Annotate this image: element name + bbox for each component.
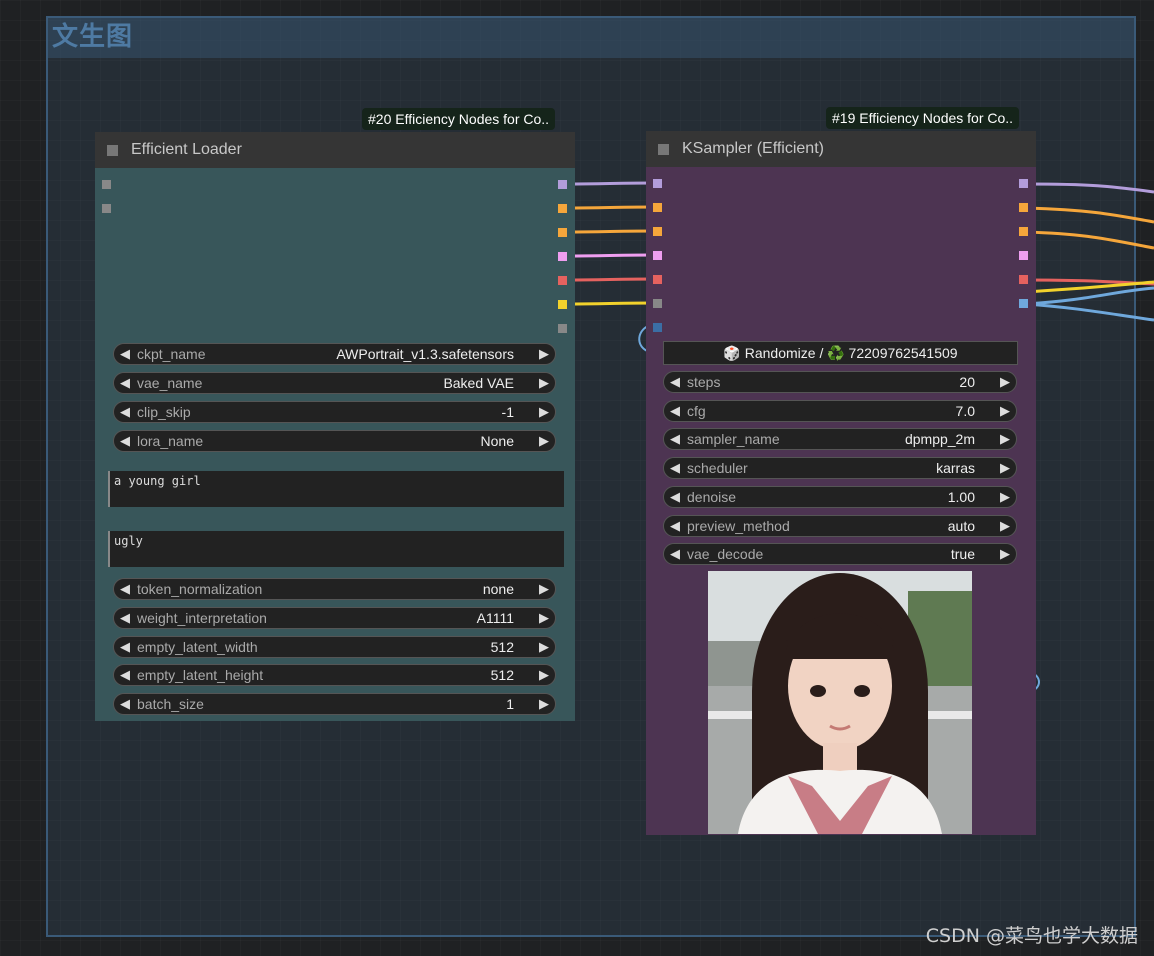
decrement-arrow-icon[interactable]: ◀ xyxy=(120,431,130,451)
portrait-image xyxy=(708,571,972,834)
link-positive xyxy=(565,205,657,210)
decrement-arrow-icon[interactable]: ◀ xyxy=(120,344,130,364)
link-out-pos xyxy=(1025,206,1154,224)
increment-arrow-icon[interactable]: ▶ xyxy=(1000,401,1010,421)
loader-title-bar[interactable]: Efficient Loader xyxy=(95,132,575,168)
increment-arrow-icon[interactable]: ▶ xyxy=(1000,544,1010,564)
increment-arrow-icon[interactable]: ▶ xyxy=(1000,372,1010,392)
negative-prompt-textarea[interactable]: ugly xyxy=(108,531,564,567)
widget-empty-latent-width[interactable]: ◀ empty_latent_width 512 ▶ xyxy=(113,636,556,658)
output-slot-vae[interactable] xyxy=(1019,275,1028,284)
output-slot-dependencies[interactable] xyxy=(558,324,567,333)
increment-arrow-icon[interactable]: ▶ xyxy=(539,402,549,422)
widget-cfg[interactable]: ◀ cfg 7.0 ▶ xyxy=(663,400,1017,422)
increment-arrow-icon[interactable]: ▶ xyxy=(539,637,549,657)
sampler-title-bar[interactable]: KSampler (Efficient) xyxy=(646,131,1036,167)
increment-arrow-icon[interactable]: ▶ xyxy=(539,665,549,685)
decrement-arrow-icon[interactable]: ◀ xyxy=(120,373,130,393)
output-slot-model[interactable] xyxy=(558,180,567,189)
increment-arrow-icon[interactable]: ▶ xyxy=(539,373,549,393)
output-slot-vae[interactable] xyxy=(558,276,567,285)
widget-sampler-name[interactable]: ◀ sampler_name dpmpp_2m ▶ xyxy=(663,428,1017,450)
output-slot-latent[interactable] xyxy=(558,252,567,261)
decrement-arrow-icon[interactable]: ◀ xyxy=(670,516,680,536)
decrement-arrow-icon[interactable]: ◀ xyxy=(120,579,130,599)
link-vae xyxy=(565,277,657,282)
collapse-icon[interactable] xyxy=(107,145,118,156)
output-slot-positive[interactable] xyxy=(1019,203,1028,212)
widget-weight-interpretation[interactable]: ◀ weight_interpretation A1111 ▶ xyxy=(113,607,556,629)
increment-arrow-icon[interactable]: ▶ xyxy=(1000,516,1010,536)
decrement-arrow-icon[interactable]: ◀ xyxy=(120,402,130,422)
decrement-arrow-icon[interactable]: ◀ xyxy=(670,429,680,449)
increment-arrow-icon[interactable]: ▶ xyxy=(1000,429,1010,449)
sampler-title: KSampler (Efficient) xyxy=(682,140,824,157)
increment-arrow-icon[interactable]: ▶ xyxy=(539,694,549,714)
link-out-image-2 xyxy=(1025,302,1154,322)
output-slot-latent[interactable] xyxy=(1019,251,1028,260)
input-slot-model[interactable] xyxy=(653,179,662,188)
decrement-arrow-icon[interactable]: ◀ xyxy=(120,665,130,685)
increment-arrow-icon[interactable]: ▶ xyxy=(539,608,549,628)
decrement-arrow-icon[interactable]: ◀ xyxy=(670,487,680,507)
link-negative xyxy=(565,229,657,234)
efficient-loader-node[interactable]: Efficient Loader xyxy=(95,132,575,721)
output-slot-clip[interactable] xyxy=(558,300,567,309)
decrement-arrow-icon[interactable]: ◀ xyxy=(670,401,680,421)
widget-steps[interactable]: ◀ steps 20 ▶ xyxy=(663,371,1017,393)
link-model xyxy=(565,181,657,186)
decrement-arrow-icon[interactable]: ◀ xyxy=(120,694,130,714)
increment-arrow-icon[interactable]: ▶ xyxy=(539,344,549,364)
input-slot-script[interactable] xyxy=(653,299,662,308)
link-out-model xyxy=(1025,182,1154,194)
collapse-icon[interactable] xyxy=(658,144,669,155)
widget-ckpt-name[interactable]: ◀ ckpt_name AWPortrait_v1.3.safetensors … xyxy=(113,343,556,365)
widget-scheduler[interactable]: ◀ scheduler karras ▶ xyxy=(663,457,1017,479)
link-clip xyxy=(565,301,657,306)
watermark-text: CSDN @菜鸟也学大数据 xyxy=(925,925,1138,947)
link-out-neg xyxy=(1025,230,1154,250)
increment-arrow-icon[interactable]: ▶ xyxy=(1000,458,1010,478)
input-slot-vae[interactable] xyxy=(653,275,662,284)
widget-denoise[interactable]: ◀ denoise 1.00 ▶ xyxy=(663,486,1017,508)
widget-preview-method[interactable]: ◀ preview_method auto ▶ xyxy=(663,515,1017,537)
decrement-arrow-icon[interactable]: ◀ xyxy=(670,372,680,392)
increment-arrow-icon[interactable]: ▶ xyxy=(539,579,549,599)
link-latent xyxy=(565,253,657,258)
sampler-badge: #19 Efficiency Nodes for Co.. xyxy=(826,107,1020,129)
output-slot-negative[interactable] xyxy=(1019,227,1028,236)
randomize-seed-button[interactable]: 🎲 Randomize / ♻️ 72209762541509 xyxy=(663,341,1018,365)
input-slot-seed[interactable] xyxy=(653,323,662,332)
widget-empty-latent-height[interactable]: ◀ empty_latent_height 512 ▶ xyxy=(113,664,556,686)
loader-title: Efficient Loader xyxy=(131,141,242,158)
loader-badge: #20 Efficiency Nodes for Co.. xyxy=(362,108,556,130)
decrement-arrow-icon[interactable]: ◀ xyxy=(120,608,130,628)
input-slot-lora-stack[interactable] xyxy=(102,180,111,189)
increment-arrow-icon[interactable]: ▶ xyxy=(1000,487,1010,507)
input-slot-positive[interactable] xyxy=(653,203,662,212)
input-slot-negative[interactable] xyxy=(653,227,662,236)
widget-vae-name[interactable]: ◀ vae_name Baked VAE ▶ xyxy=(113,372,556,394)
generated-image-preview[interactable] xyxy=(708,571,972,834)
decrement-arrow-icon[interactable]: ◀ xyxy=(670,544,680,564)
input-slot-latent[interactable] xyxy=(653,251,662,260)
widget-batch-size[interactable]: ◀ batch_size 1 ▶ xyxy=(113,693,556,715)
widget-token-normalization[interactable]: ◀ token_normalization none ▶ xyxy=(113,578,556,600)
input-slot-cnet-stack[interactable] xyxy=(102,204,111,213)
decrement-arrow-icon[interactable]: ◀ xyxy=(670,458,680,478)
output-slot-negative[interactable] xyxy=(558,228,567,237)
output-slot-model[interactable] xyxy=(1019,179,1028,188)
increment-arrow-icon[interactable]: ▶ xyxy=(539,431,549,451)
decrement-arrow-icon[interactable]: ◀ xyxy=(120,637,130,657)
output-slot-positive[interactable] xyxy=(558,204,567,213)
output-slot-image[interactable] xyxy=(1019,299,1028,308)
widget-clip-skip[interactable]: ◀ clip_skip -1 ▶ xyxy=(113,401,556,423)
widget-vae-decode[interactable]: ◀ vae_decode true ▶ xyxy=(663,543,1017,565)
widget-lora-name[interactable]: ◀ lora_name None ▶ xyxy=(113,430,556,452)
positive-prompt-textarea[interactable]: a young girl xyxy=(108,471,564,507)
